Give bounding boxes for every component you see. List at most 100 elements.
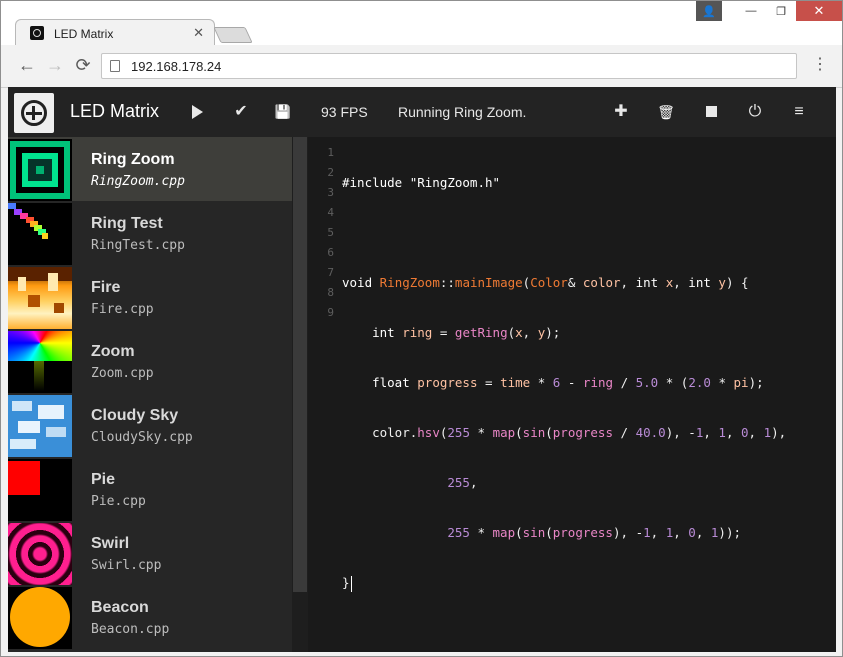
- item-filename: RingTest.cpp: [91, 238, 185, 253]
- app-logo: [14, 93, 54, 133]
- sidebar-item-ring-zoom[interactable]: Ring Zoom RingZoom.cpp: [8, 137, 292, 201]
- list-icon: ≡: [794, 103, 804, 120]
- code-line: int ring = getRing(x, y);: [372, 325, 561, 340]
- code-editor[interactable]: 1 2 3 4 5 6 7 8 9 #include "RingZoom.h" …: [308, 137, 836, 652]
- item-name: Ring Test: [91, 215, 163, 232]
- pie-thumbnail: [8, 459, 72, 521]
- sidebar-item-pie[interactable]: Pie Pie.cpp: [8, 457, 292, 521]
- line-number: 9: [327, 306, 334, 319]
- code-line: 255,: [447, 475, 478, 490]
- item-name: Ring Zoom: [91, 151, 175, 168]
- zoom-thumbnail: [8, 331, 72, 393]
- item-name: Swirl: [91, 535, 130, 552]
- code-line: #include "RingZoom.h": [342, 175, 501, 190]
- code-line: color.hsv(255 * map(sin(progress / 40.0)…: [372, 425, 787, 440]
- restore-button[interactable]: ❐: [766, 1, 796, 21]
- item-name: Fire: [91, 279, 121, 296]
- line-number: 3: [327, 186, 334, 199]
- line-number: 6: [327, 246, 334, 259]
- item-filename: Zoom.cpp: [91, 366, 154, 381]
- led-matrix-app: LED Matrix ✔ 💾 93 FPS Running Ring Zoom.…: [8, 87, 836, 652]
- check-icon: ✔: [234, 103, 248, 120]
- text-cursor: [350, 575, 352, 592]
- fps-counter: 93 FPS: [321, 104, 368, 120]
- plus-icon: ✚: [614, 103, 628, 120]
- sidebar-item-fire[interactable]: Fire Fire.cpp: [8, 265, 292, 329]
- app-toolbar: LED Matrix ✔ 💾 93 FPS Running Ring Zoom.…: [8, 87, 836, 137]
- item-filename: RingZoom.cpp: [91, 174, 185, 189]
- sidebar-item-cloudy-sky[interactable]: Cloudy Sky CloudySky.cpp: [8, 393, 292, 457]
- reload-icon[interactable]: ⟳: [73, 55, 93, 75]
- trash-icon: 🗑: [657, 104, 675, 120]
- item-filename: Beacon.cpp: [91, 622, 170, 637]
- item-name: Cloudy Sky: [91, 407, 179, 424]
- stop-icon: [705, 106, 717, 118]
- save-icon: 💾: [274, 104, 292, 119]
- cloudy-sky-thumbnail: [8, 395, 72, 457]
- line-number-gutter: 1 2 3 4 5 6 7 8 9: [308, 143, 338, 323]
- app-title: LED Matrix: [70, 101, 160, 121]
- back-arrow-icon[interactable]: ←: [17, 55, 37, 75]
- compile-button[interactable]: ✔: [230, 101, 252, 123]
- minimize-button[interactable]: —: [736, 1, 766, 21]
- item-filename: Swirl.cpp: [91, 558, 162, 573]
- user-profile-icon[interactable]: 👤: [696, 1, 722, 21]
- play-icon: [191, 104, 203, 119]
- power-icon: ⏻: [748, 103, 762, 120]
- item-filename: Pie.cpp: [91, 494, 146, 509]
- browser-window: LED Matrix ✕ 👤 — ❐ ✕ ← → ⟳ 192.168.178.2…: [0, 0, 843, 657]
- ring-zoom-thumbnail: [8, 139, 72, 201]
- sidebar: Ring Zoom RingZoom.cpp Ring Test RingTes…: [8, 137, 292, 652]
- title-bar: LED Matrix ✕ 👤 — ❐ ✕: [1, 1, 842, 47]
- item-name: Pie: [91, 471, 116, 488]
- url-text: 192.168.178.24: [131, 59, 222, 74]
- save-button[interactable]: 💾: [272, 101, 294, 123]
- line-number: 4: [327, 206, 334, 219]
- line-number: 8: [327, 286, 334, 299]
- item-filename: Fire.cpp: [91, 302, 154, 317]
- sidebar-item-zoom[interactable]: Zoom Zoom.cpp: [8, 329, 292, 393]
- item-name: Beacon: [91, 599, 149, 616]
- code-line: 255 * map(sin(progress), -1, 1, 0, 1));: [447, 525, 741, 540]
- line-number: 5: [327, 226, 334, 239]
- item-name: Zoom: [91, 343, 135, 360]
- stop-button[interactable]: [700, 101, 722, 123]
- beacon-thumbnail: [8, 587, 72, 649]
- list-button[interactable]: ≡: [788, 101, 810, 123]
- line-number: 1: [327, 146, 334, 159]
- browser-menu-icon[interactable]: ⋮: [812, 55, 828, 75]
- tab-title: LED Matrix: [54, 27, 114, 41]
- sidebar-scrollbar[interactable]: [292, 137, 308, 652]
- fire-thumbnail: [8, 267, 72, 329]
- page-icon: [110, 60, 120, 72]
- power-button[interactable]: ⏻: [744, 101, 766, 123]
- logo-ring-icon: [21, 100, 47, 126]
- scrollbar-thumb[interactable]: [293, 137, 307, 592]
- url-field[interactable]: 192.168.178.24: [101, 53, 797, 79]
- window-controls: 👤 — ❐ ✕: [696, 1, 842, 21]
- code-content[interactable]: #include "RingZoom.h" void RingZoom::mai…: [342, 143, 786, 623]
- item-filename: CloudySky.cpp: [91, 430, 193, 445]
- address-bar: ← → ⟳ 192.168.178.24 ⋮: [1, 45, 842, 88]
- code-line: }: [342, 575, 352, 592]
- sidebar-item-ring-test[interactable]: Ring Test RingTest.cpp: [8, 201, 292, 265]
- sidebar-item-beacon[interactable]: Beacon Beacon.cpp: [8, 585, 292, 649]
- play-button[interactable]: [186, 101, 208, 123]
- tab-close-icon[interactable]: ✕: [193, 25, 204, 41]
- delete-button[interactable]: 🗑: [655, 101, 677, 123]
- browser-tab[interactable]: LED Matrix ✕: [15, 19, 215, 47]
- swirl-thumbnail: [8, 523, 72, 585]
- code-line: float progress = time * 6 - ring / 5.0 *…: [372, 375, 764, 390]
- forward-arrow-icon[interactable]: →: [45, 55, 65, 75]
- code-line: void RingZoom::mainImage(Color& color, i…: [342, 275, 749, 290]
- tab-favicon-icon: [30, 26, 44, 40]
- new-tab-button[interactable]: [213, 27, 253, 43]
- status-text: Running Ring Zoom.: [398, 104, 527, 120]
- line-number: 2: [327, 166, 334, 179]
- close-window-button[interactable]: ✕: [796, 1, 842, 21]
- line-number: 7: [327, 266, 334, 279]
- add-button[interactable]: ✚: [610, 101, 632, 123]
- ring-test-thumbnail: [8, 203, 72, 265]
- sidebar-item-swirl[interactable]: Swirl Swirl.cpp: [8, 521, 292, 585]
